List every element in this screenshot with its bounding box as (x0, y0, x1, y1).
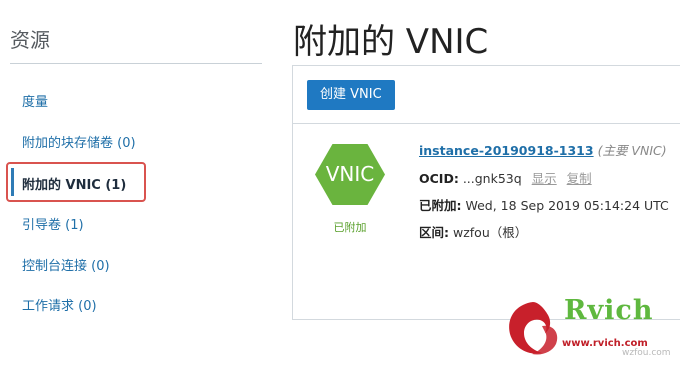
panel-divider (293, 123, 680, 124)
sidebar-item-boot-volume[interactable]: 引导卷 (1) (22, 214, 84, 233)
dragon-logo-icon (509, 302, 558, 355)
ocid-label: OCID: (419, 171, 459, 186)
compartment-row: 区间: wzfou（根） (419, 222, 527, 241)
highlight-annotation (6, 162, 146, 202)
sidebar-divider (10, 63, 262, 64)
watermark-sub: wzfou.com (622, 348, 671, 358)
instance-row: instance-20190918-1313 (主要 VNIC) (419, 140, 667, 159)
attached-value: Wed, 18 Sep 2019 05:14:24 UTC (465, 198, 669, 213)
create-vnic-button[interactable]: 创建 VNIC (307, 80, 395, 110)
page-title: 附加的 VNIC (293, 22, 489, 62)
vnic-status: 已附加 (333, 221, 367, 234)
sidebar-item-metrics[interactable]: 度量 (22, 91, 48, 110)
resources-sidebar: 资源 度量 附加的块存储卷 (0) 附加的 VNIC (1) 引导卷 (1) 控… (0, 0, 272, 366)
watermark-brand: Rvich (564, 295, 654, 326)
vnic-panel: 创建 VNIC VNIC 已附加 instance-20190918-1313 … (292, 65, 680, 320)
sidebar-title: 资源 (10, 28, 50, 52)
ocid-row: OCID: ...gnk53q 显示 复制 (419, 168, 592, 187)
sidebar-item-block-volumes[interactable]: 附加的块存储卷 (0) (22, 132, 136, 151)
ocid-value: ...gnk53q (462, 171, 522, 186)
compartment-label: 区间: (419, 225, 449, 240)
attached-row: 已附加: Wed, 18 Sep 2019 05:14:24 UTC (419, 195, 669, 214)
primary-vnic-tag: (主要 VNIC) (597, 143, 667, 158)
sidebar-item-console-connections[interactable]: 控制台连接 (0) (22, 255, 110, 274)
vnic-icon-label: VNIC (325, 162, 375, 186)
attached-label: 已附加: (419, 198, 462, 213)
vnic-hexagon-icon: VNIC (315, 144, 385, 205)
show-ocid-link[interactable]: 显示 (532, 171, 557, 186)
instance-link[interactable]: instance-20190918-1313 (419, 143, 594, 158)
watermark: Rvich www.rvich.com wzfou.com (500, 294, 680, 366)
sidebar-item-work-requests[interactable]: 工作请求 (0) (22, 295, 97, 314)
compartment-value: wzfou（根） (452, 225, 528, 240)
copy-ocid-link[interactable]: 复制 (567, 171, 592, 186)
